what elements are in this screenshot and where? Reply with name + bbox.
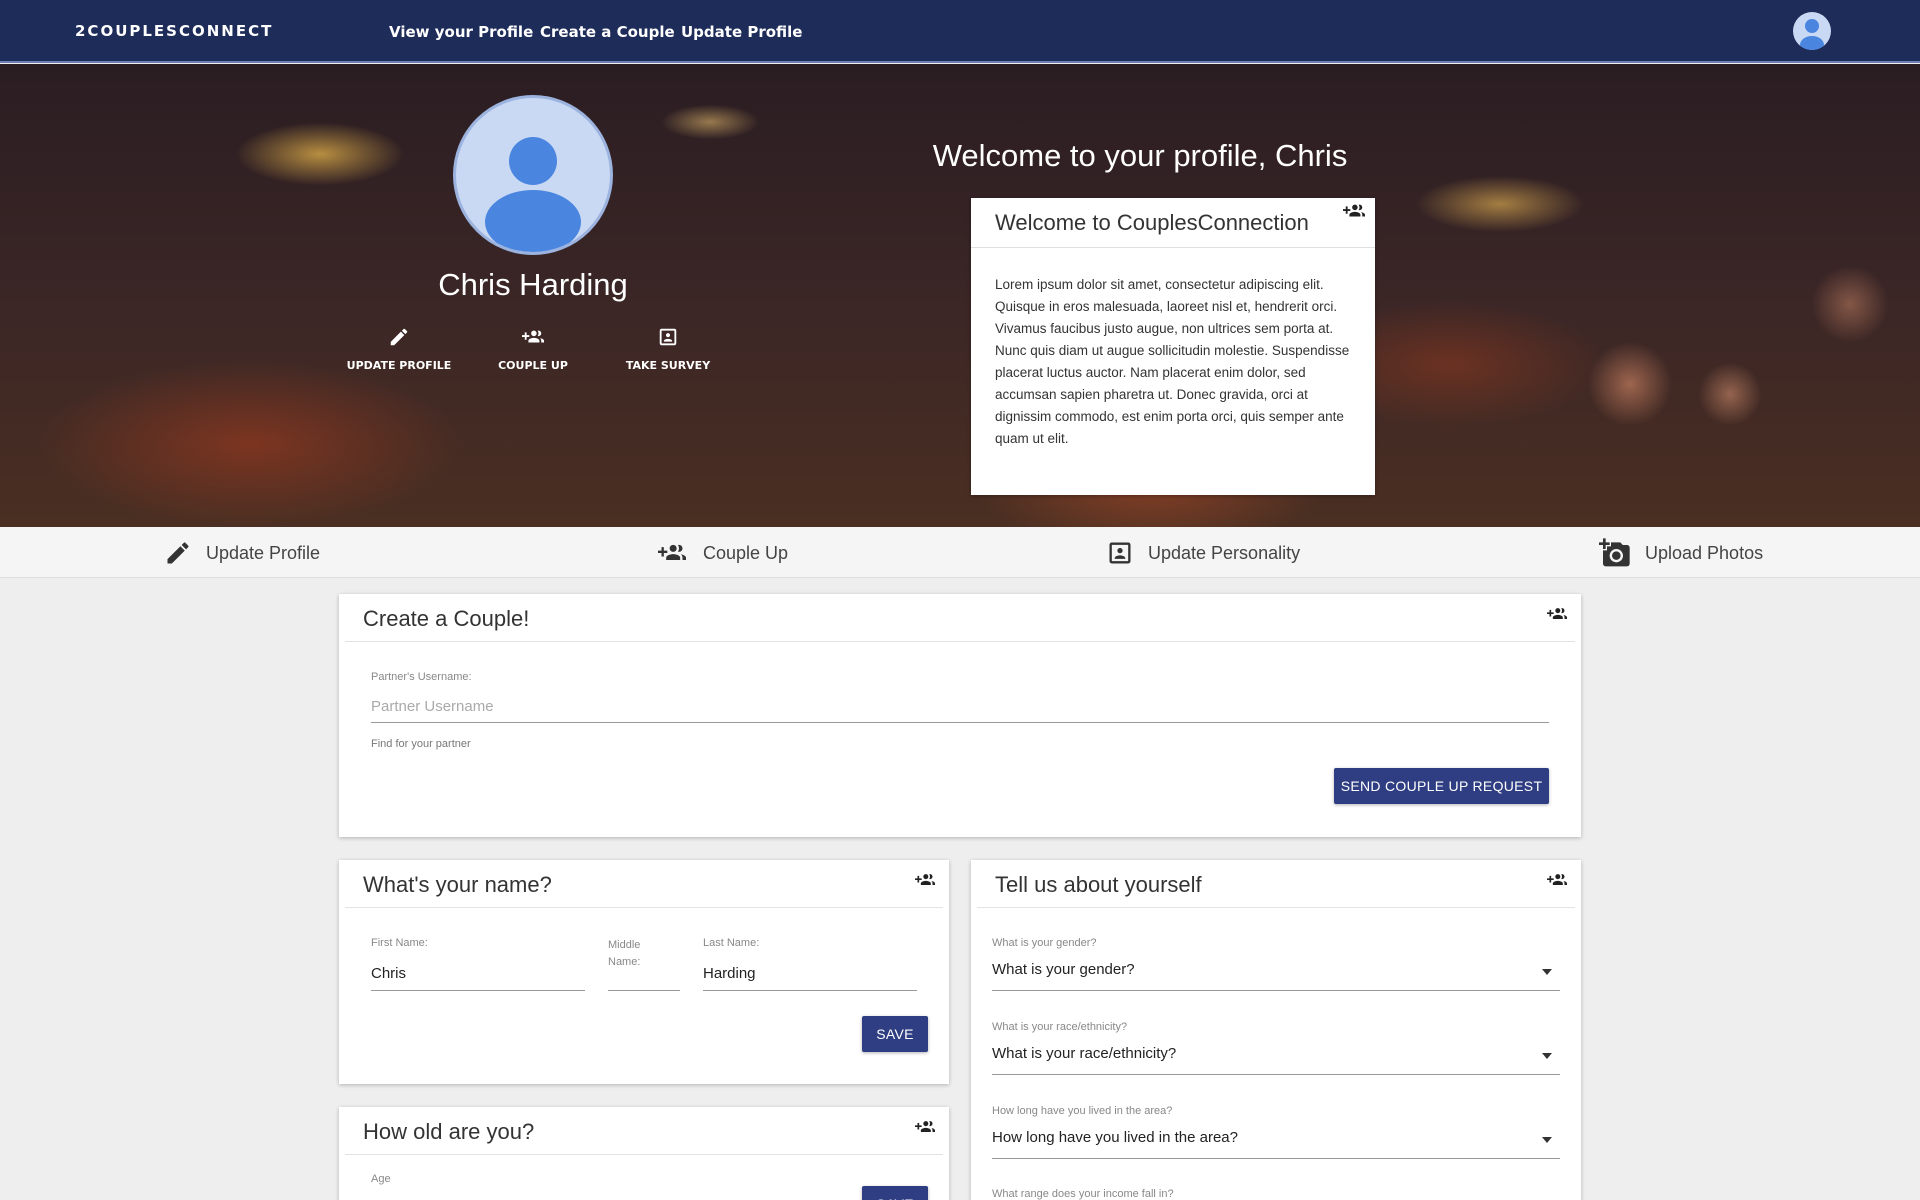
portrait-icon: [659, 328, 677, 346]
nav-link-view-profile[interactable]: View your Profile: [389, 23, 533, 41]
user-avatar-icon[interactable]: [1793, 12, 1831, 50]
about-yourself-card: Tell us about yourself What is your gend…: [971, 860, 1581, 1200]
last-name-input[interactable]: [703, 957, 917, 991]
middle-name-input[interactable]: [608, 957, 680, 991]
partner-username-input[interactable]: [371, 691, 1549, 723]
income-label: What range does your income fall in?: [992, 1188, 1174, 1200]
group-add-icon: [658, 544, 686, 560]
first-name-input[interactable]: [371, 957, 585, 991]
welcome-card: Welcome to CouplesConnection Lorem ipsum…: [971, 198, 1375, 495]
caret-down-icon: [1542, 1137, 1552, 1143]
create-couple-card: Create a Couple! Partner's Username: Fin…: [339, 594, 1581, 837]
caret-down-icon: [1542, 1053, 1552, 1059]
card-title: Create a Couple!: [345, 594, 1575, 642]
tab-update-profile[interactable]: Update Profile: [164, 537, 320, 569]
hero-action-label: COUPLE UP: [498, 359, 568, 372]
tab-label: Update Profile: [206, 542, 321, 563]
hero-banner: Chris Harding UPDATE PROFILE COUPLE UP T…: [0, 64, 1920, 527]
group-add-icon: [522, 330, 544, 343]
tab-label: Update Personality: [1148, 542, 1301, 563]
name-card: What's your name? First Name: Middle Nam…: [339, 860, 949, 1084]
top-navbar: 2COUPLESCONNECT View your Profile Create…: [0, 0, 1920, 63]
group-add-icon: [1547, 874, 1567, 885]
gender-select[interactable]: What is your gender?: [992, 957, 1560, 991]
hero-take-survey-button[interactable]: TAKE SURVEY: [608, 326, 728, 373]
card-title: How old are you?: [345, 1107, 943, 1155]
tab-upload-photos[interactable]: Upload Photos: [1599, 537, 1763, 569]
hero-action-label: TAKE SURVEY: [625, 359, 711, 372]
age-input[interactable]: [371, 1189, 831, 1200]
residency-label: How long have you lived in the area?: [992, 1105, 1173, 1117]
race-label: What is your race/ethnicity?: [992, 1021, 1128, 1033]
portrait-icon: [1109, 542, 1131, 564]
residency-select[interactable]: How long have you lived in the area?: [992, 1125, 1560, 1159]
profile-name: Chris Harding: [438, 267, 628, 302]
last-name-label: Last Name:: [703, 937, 760, 949]
race-select-value: What is your race/ethnicity?: [992, 1045, 1177, 1062]
card-title: What's your name?: [345, 860, 943, 908]
card-title: Tell us about yourself: [977, 860, 1575, 908]
tab-couple-up[interactable]: Couple Up: [655, 537, 788, 569]
add-photo-icon: [1599, 538, 1630, 567]
tab-label: Couple Up: [703, 542, 789, 563]
age-label: Age: [371, 1173, 391, 1185]
tab-update-personality[interactable]: Update Personality: [1106, 537, 1300, 569]
send-couple-up-request-button[interactable]: SEND COUPLE UP REQUEST: [1334, 768, 1549, 804]
age-card: How old are you? Age SAVE: [339, 1107, 949, 1200]
nav-link-create-couple[interactable]: Create a Couple: [540, 23, 675, 41]
first-name-label: First Name:: [371, 937, 428, 949]
group-add-icon: [915, 1121, 935, 1132]
nav-link-update-profile[interactable]: Update Profile: [681, 23, 802, 41]
save-name-button[interactable]: SAVE: [862, 1016, 928, 1052]
hero-couple-up-button[interactable]: COUPLE UP: [473, 326, 593, 373]
tab-label: Upload Photos: [1645, 542, 1764, 563]
gender-select-value: What is your gender?: [992, 961, 1135, 978]
group-add-icon: [1547, 608, 1567, 619]
hero-update-profile-button[interactable]: UPDATE PROFILE: [339, 326, 459, 373]
welcome-card-body: Lorem ipsum dolor sit amet, consectetur …: [995, 277, 1350, 446]
hero-action-label: UPDATE PROFILE: [346, 359, 452, 372]
save-age-button[interactable]: SAVE: [862, 1186, 928, 1200]
welcome-heading: Welcome to your profile, Chris: [932, 138, 1348, 173]
group-add-icon: [915, 874, 935, 885]
group-add-icon: [1343, 204, 1365, 217]
section-tabbar: Update Profile Couple Up Update Personal…: [0, 527, 1920, 578]
race-select[interactable]: What is your race/ethnicity?: [992, 1041, 1560, 1075]
partner-username-helper: Find for your partner: [371, 738, 471, 750]
pencil-icon: [390, 328, 408, 346]
brand-logo[interactable]: 2COUPLESCONNECT: [75, 22, 273, 40]
caret-down-icon: [1542, 969, 1552, 975]
partner-username-label: Partner's Username:: [371, 671, 472, 683]
welcome-card-title: Welcome to CouplesConnection: [971, 198, 1375, 248]
pencil-icon: [167, 542, 189, 564]
residency-select-value: How long have you lived in the area?: [992, 1129, 1238, 1146]
gender-label: What is your gender?: [992, 937, 1097, 949]
profile-avatar-icon: [453, 95, 613, 255]
